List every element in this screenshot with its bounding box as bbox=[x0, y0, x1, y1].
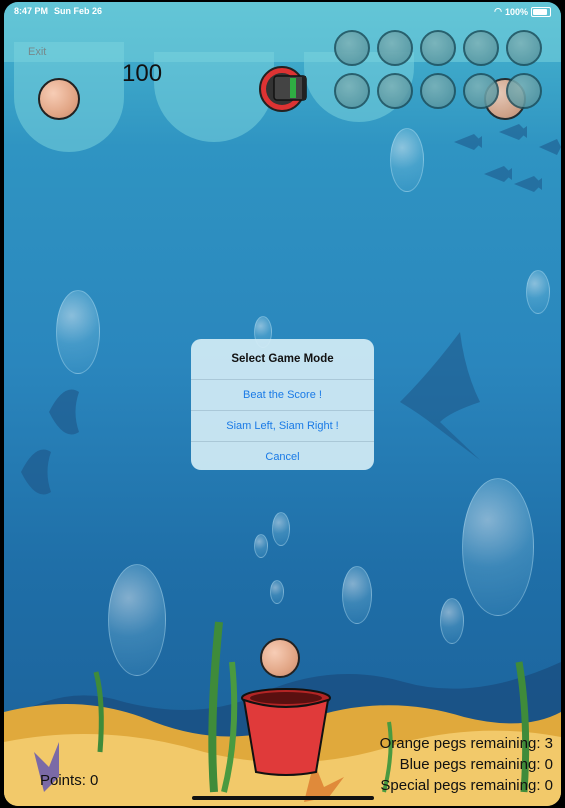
special-pegs-remaining: Special pegs remaining: 0 bbox=[380, 777, 553, 794]
points-label: Points: 0 bbox=[40, 772, 99, 789]
beat-the-score-button[interactable]: Beat the Score ! bbox=[191, 379, 374, 410]
battery-percent: 100% bbox=[504, 6, 528, 17]
game-screen[interactable]: 8:47 PM Sun Feb 26 ◠ 100% Exit 100 Selec… bbox=[4, 2, 561, 806]
bubble bbox=[462, 478, 534, 616]
ball-slot bbox=[377, 30, 413, 66]
ball-slot bbox=[420, 30, 456, 66]
status-time: 8:47 PM bbox=[14, 6, 49, 16]
wifi-icon: ◠ bbox=[494, 6, 502, 16]
bubble bbox=[254, 534, 268, 558]
score-display: 100 bbox=[122, 60, 163, 87]
bubble bbox=[390, 128, 424, 192]
ball-slot bbox=[463, 30, 499, 66]
siam-left-siam-right-button[interactable]: Siam Left, Siam Right ! bbox=[191, 410, 374, 441]
home-indicator[interactable] bbox=[192, 796, 374, 800]
ball-slot bbox=[334, 73, 370, 109]
orange-peg bbox=[38, 78, 80, 120]
light-decor bbox=[154, 52, 274, 142]
status-bar: 8:47 PM Sun Feb 26 ◠ 100% bbox=[4, 2, 561, 22]
game-mode-dialog: Select Game Mode Beat the Score ! Siam L… bbox=[191, 339, 374, 470]
bubble bbox=[526, 270, 550, 314]
angelfish-icon bbox=[21, 449, 51, 495]
ball-slot bbox=[420, 73, 456, 109]
manta-ray-icon bbox=[400, 332, 480, 460]
blue-pegs-remaining: Blue pegs remaining: 0 bbox=[399, 756, 553, 773]
bubble bbox=[56, 290, 100, 374]
ball-icon bbox=[260, 638, 300, 678]
cannon-icon[interactable] bbox=[258, 64, 308, 114]
bucket-icon bbox=[241, 688, 331, 776]
orange-pegs-remaining: Orange pegs remaining: 3 bbox=[379, 735, 553, 752]
angelfish-icon bbox=[49, 389, 79, 435]
ball-slot bbox=[377, 73, 413, 109]
bubble bbox=[272, 512, 290, 546]
dialog-title: Select Game Mode bbox=[231, 353, 334, 365]
ball-slot bbox=[506, 73, 542, 109]
bubble bbox=[270, 580, 284, 604]
exit-button[interactable]: Exit bbox=[28, 46, 46, 58]
ball-slot bbox=[506, 30, 542, 66]
cancel-button[interactable]: Cancel bbox=[191, 441, 374, 470]
battery-icon bbox=[531, 6, 551, 17]
ball-slot bbox=[334, 30, 370, 66]
ball-slot bbox=[463, 73, 499, 109]
status-date: Sun Feb 26 bbox=[54, 6, 103, 16]
status-right: ◠ 100% bbox=[494, 6, 551, 17]
